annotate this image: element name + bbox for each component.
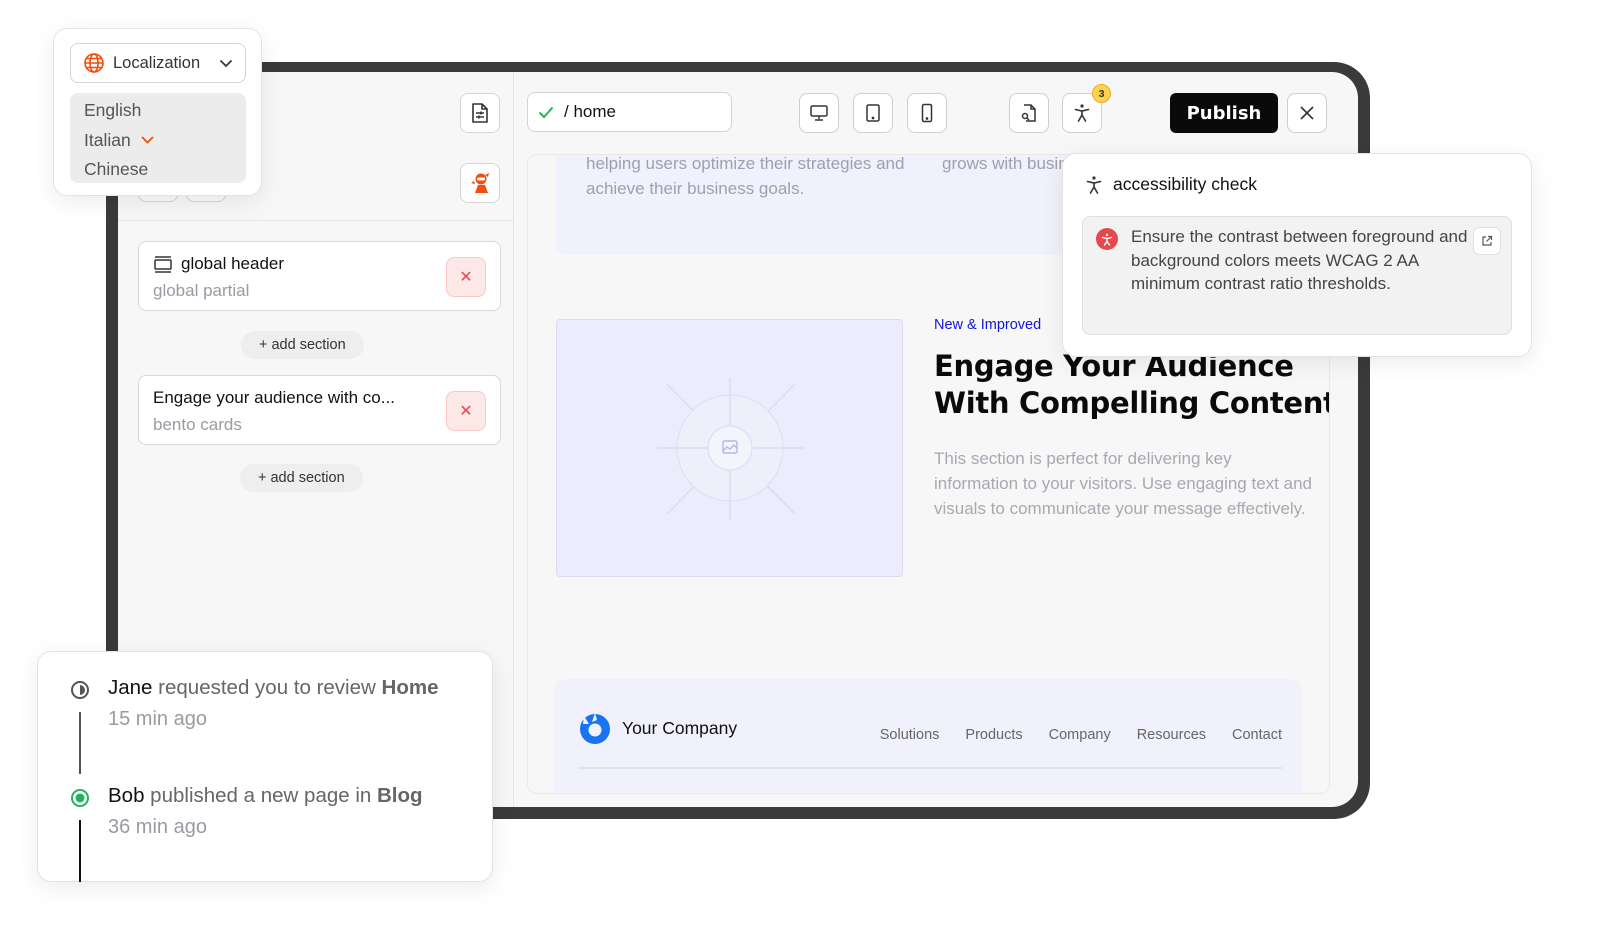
- activity-text: Jane requested you to review Home: [108, 676, 438, 700]
- company-logo-icon: [580, 713, 610, 744]
- footer-divider: [578, 767, 1282, 769]
- ninja-icon: [471, 173, 489, 193]
- feature-text: helping users optimize their strategies …: [586, 154, 905, 198]
- language-option-italian[interactable]: Italian: [84, 126, 246, 156]
- accessibility-popover: accessibility check Ensure the contrast …: [1062, 153, 1532, 357]
- activity-target[interactable]: Blog: [377, 784, 423, 807]
- section-title: Engage your audience with co...: [153, 388, 395, 408]
- delete-section-button[interactable]: ✕: [446, 391, 486, 431]
- accessibility-header: accessibility check: [1085, 174, 1257, 195]
- section-title-text: global header: [181, 254, 285, 273]
- section-subtitle: bento cards: [153, 415, 242, 434]
- desktop-view-button[interactable]: [799, 93, 839, 133]
- activity-target[interactable]: Home: [382, 676, 439, 699]
- seo-preview-button[interactable]: [1009, 93, 1049, 133]
- page-url-field[interactable]: / home: [527, 92, 732, 132]
- close-editor-button[interactable]: [1287, 93, 1327, 133]
- close-icon: [1300, 106, 1314, 120]
- globe-icon: [84, 53, 104, 73]
- mobile-view-button[interactable]: [907, 93, 947, 133]
- activity-action: requested you to review: [152, 676, 382, 699]
- ai-assistant-button[interactable]: [460, 163, 500, 203]
- nav-link-resources[interactable]: Resources: [1137, 727, 1206, 743]
- page-url: / home: [564, 102, 616, 121]
- layout-header-icon: [154, 256, 172, 273]
- activity-feed: Jane requested you to review Home 15 min…: [37, 651, 493, 882]
- chevron-down-icon: [219, 59, 233, 67]
- accessibility-issue[interactable]: Ensure the contrast between foreground a…: [1082, 216, 1512, 335]
- timeline-line: [79, 820, 81, 882]
- image-placeholder-graphic: [657, 378, 803, 520]
- activity-time: 15 min ago: [108, 708, 207, 730]
- section-card-bento[interactable]: Engage your audience with co... bento ca…: [138, 375, 501, 445]
- language-label: English: [84, 100, 142, 120]
- accessibility-icon: [1086, 175, 1102, 194]
- accessibility-button[interactable]: 3: [1062, 84, 1111, 133]
- error-icon: [1096, 228, 1118, 250]
- desktop-icon: [810, 105, 828, 121]
- localization-label: Localization: [113, 53, 201, 72]
- timeline-line: [79, 712, 81, 774]
- nav-link-company[interactable]: Company: [1049, 727, 1111, 743]
- activity-user: Jane: [108, 676, 153, 699]
- footer-nav: Solutions Products Company Resources Con…: [880, 727, 1282, 743]
- image-placeholder[interactable]: [556, 319, 903, 577]
- activity-text: Bob published a new page in Blog: [108, 784, 423, 808]
- section-body: This section is perfect for delivering k…: [934, 449, 1312, 518]
- language-label: Italian: [84, 129, 131, 150]
- file-settings-icon: [472, 103, 488, 123]
- issue-count-badge: 3: [1092, 84, 1111, 103]
- company-logo[interactable]: Your Company: [578, 711, 737, 745]
- pending-review-icon: [71, 681, 89, 699]
- activity-time: 36 min ago: [108, 816, 207, 838]
- publish-button[interactable]: Publish: [1170, 93, 1278, 133]
- nav-link-products[interactable]: Products: [965, 727, 1022, 743]
- company-name: Your Company: [622, 717, 738, 738]
- nav-link-contact[interactable]: Contact: [1232, 727, 1282, 743]
- published-status-icon: [71, 789, 89, 807]
- feature-text: grows with business evolving needs: [942, 154, 1072, 173]
- language-option-english[interactable]: English: [84, 96, 246, 126]
- page-settings-button[interactable]: [460, 93, 500, 133]
- issue-message: Ensure the contrast between foreground a…: [1131, 227, 1468, 293]
- localization-popover: Localization English Italian Chinese: [53, 28, 262, 196]
- language-option-chinese[interactable]: Chinese: [84, 155, 246, 185]
- language-label: Chinese: [84, 159, 149, 179]
- open-external-button[interactable]: [1473, 227, 1501, 255]
- language-list: English Italian Chinese: [70, 93, 246, 183]
- section-headline: Engage Your Audience With Compelling Con…: [934, 349, 1330, 420]
- file-search-icon: [1021, 104, 1036, 122]
- accessibility-title: accessibility check: [1113, 174, 1257, 194]
- activity-action: published a new page in: [144, 784, 377, 807]
- activity-user: Bob: [108, 784, 145, 807]
- sidebar-divider: [118, 220, 513, 221]
- section-title-text: Engage your audience with co...: [153, 388, 395, 407]
- close-icon: ✕: [459, 269, 473, 286]
- mobile-icon: [921, 103, 933, 123]
- section-subtitle: global partial: [153, 281, 250, 300]
- close-icon: ✕: [459, 403, 473, 420]
- add-section-button[interactable]: + add section: [241, 331, 364, 359]
- delete-section-button[interactable]: ✕: [446, 257, 486, 297]
- chevron-down-icon: [141, 136, 154, 145]
- accessibility-icon: [1074, 104, 1090, 122]
- tablet-icon: [866, 104, 880, 122]
- section-title: global header: [153, 254, 284, 274]
- section-eyebrow: New & Improved: [934, 317, 1042, 333]
- nav-link-solutions[interactable]: Solutions: [880, 727, 940, 743]
- section-card-global-header[interactable]: global header global partial ✕: [138, 241, 501, 311]
- localization-dropdown[interactable]: Localization: [70, 43, 246, 83]
- check-icon: [538, 106, 554, 119]
- tablet-view-button[interactable]: [853, 93, 893, 133]
- add-section-button[interactable]: + add section: [240, 464, 363, 492]
- external-link-icon: [1482, 235, 1493, 246]
- footer-section[interactable]: Your Company Solutions Products Company …: [554, 679, 1302, 793]
